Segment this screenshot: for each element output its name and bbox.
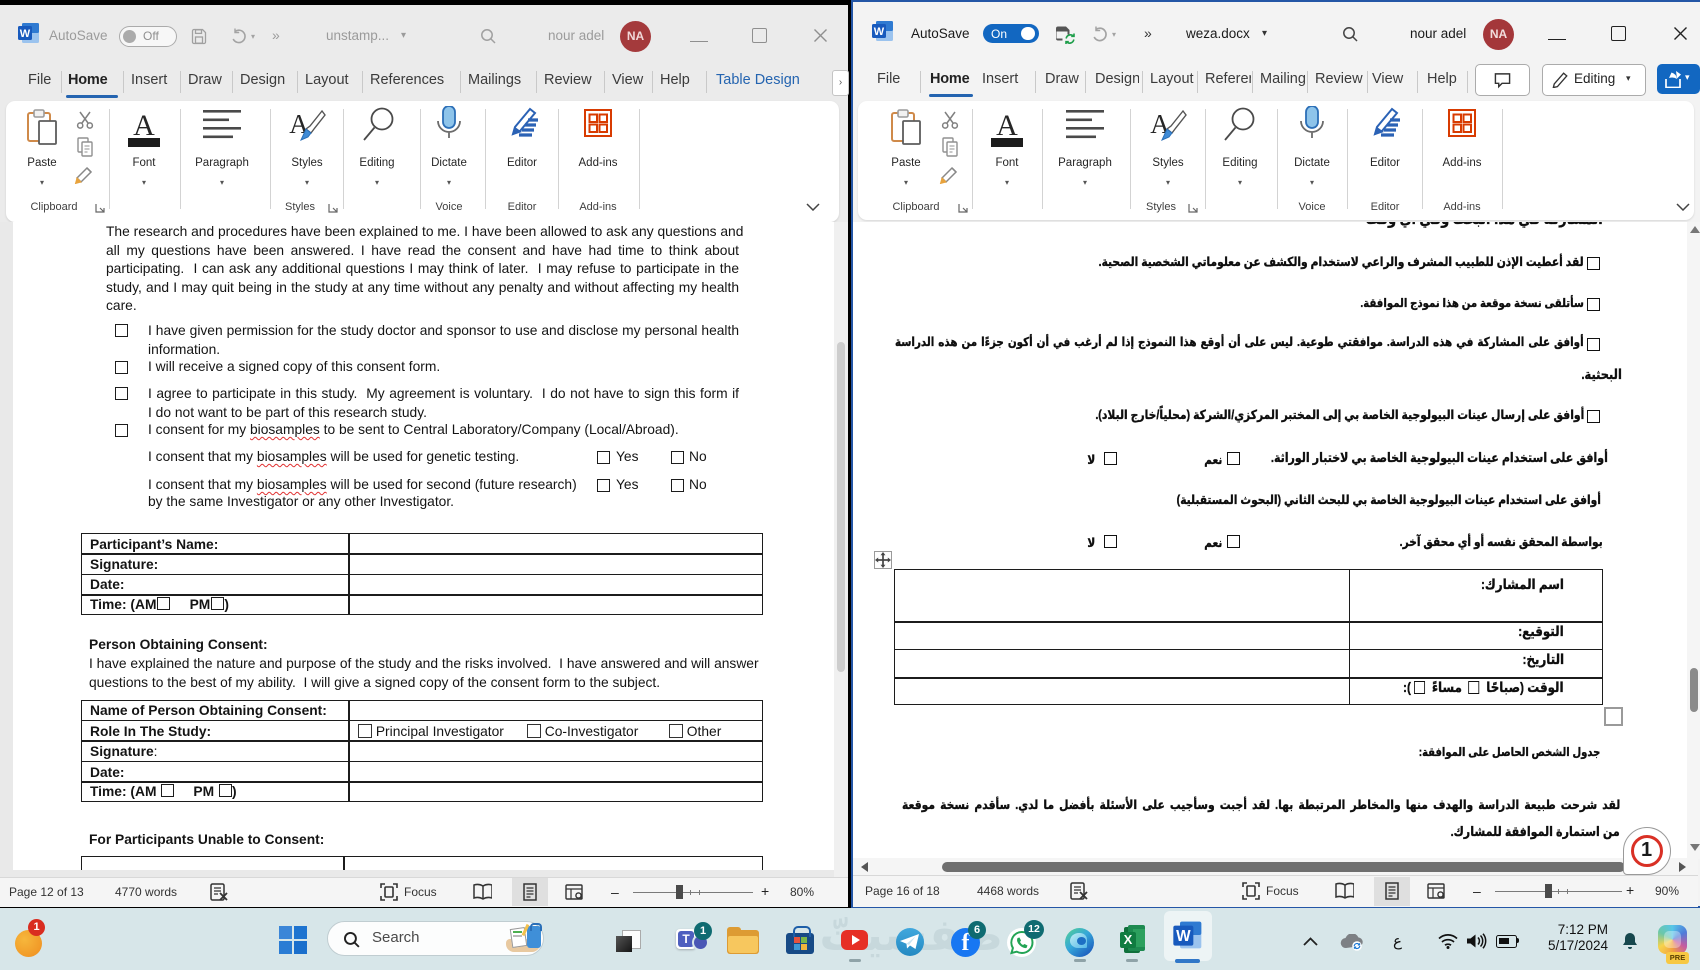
svg-text:W: W bbox=[874, 26, 885, 38]
svg-text:W: W bbox=[20, 28, 31, 40]
svg-text:W: W bbox=[1176, 928, 1191, 945]
